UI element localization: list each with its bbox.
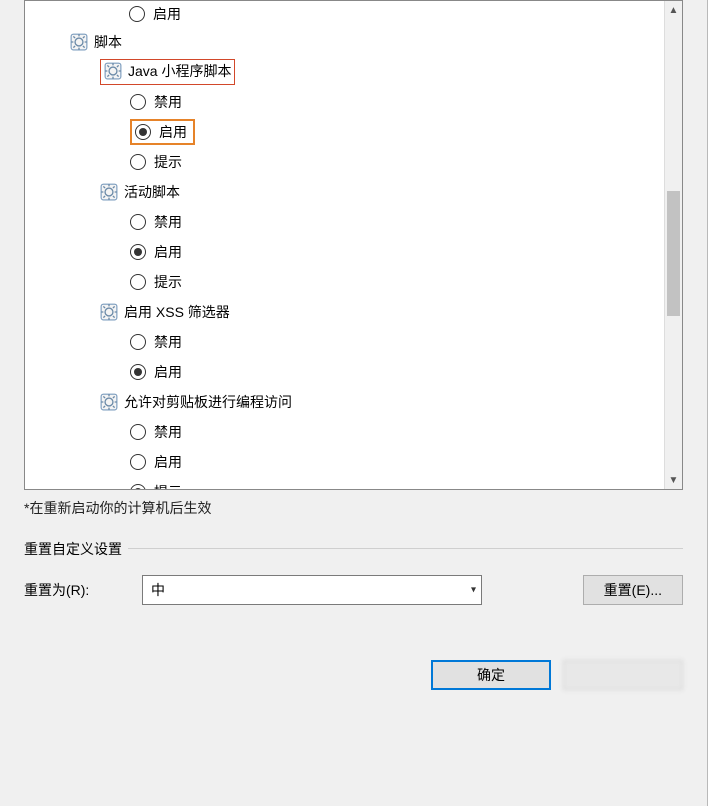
option-label: 禁用	[154, 92, 182, 112]
gear-icon	[70, 33, 88, 51]
clipboard-disable[interactable]: 禁用	[25, 417, 682, 447]
settings-tree: 启用 脚本 Java 小程序脚本 禁用 启用	[25, 1, 682, 490]
java-applet-script-header: Java 小程序脚本	[25, 57, 682, 87]
radio-icon	[130, 94, 146, 110]
option-label: 启用	[154, 242, 182, 262]
option-label: 禁用	[154, 422, 182, 442]
header-label: 活动脚本	[124, 182, 180, 202]
radio-icon	[129, 6, 145, 22]
ok-button[interactable]: 确定	[431, 660, 551, 690]
radio-checked-icon	[130, 364, 146, 380]
option-label: 启用	[154, 362, 182, 382]
reset-fieldset: 重置自定义设置 重置为(R): 中 ▾ 重置(E)...	[24, 548, 683, 605]
option-label: 禁用	[154, 332, 182, 352]
cancel-button[interactable]	[563, 660, 683, 690]
radio-icon	[130, 424, 146, 440]
section-label: 脚本	[94, 32, 122, 52]
radio-icon	[130, 454, 146, 470]
xss-filter-disable[interactable]: 禁用	[25, 327, 682, 357]
gear-icon	[100, 393, 118, 411]
radio-checked-icon	[135, 124, 151, 140]
active-script-header: 活动脚本	[25, 177, 682, 207]
scrollbar[interactable]: ▲ ▼	[664, 1, 682, 489]
dialog-buttons-row: 确定	[24, 660, 683, 690]
option-row[interactable]: 启用	[25, 1, 682, 27]
java-applet-enable[interactable]: 启用	[25, 117, 682, 147]
radio-icon	[130, 214, 146, 230]
scroll-thumb[interactable]	[667, 191, 680, 316]
active-script-disable[interactable]: 禁用	[25, 207, 682, 237]
gear-icon	[104, 62, 122, 80]
gear-icon	[100, 183, 118, 201]
xss-filter-enable[interactable]: 启用	[25, 357, 682, 387]
option-label: 提示	[154, 272, 182, 292]
header-label: Java 小程序脚本	[128, 61, 231, 81]
reset-button[interactable]: 重置(E)...	[583, 575, 683, 605]
java-applet-disable[interactable]: 禁用	[25, 87, 682, 117]
active-script-prompt[interactable]: 提示	[25, 267, 682, 297]
option-label: 启用	[154, 452, 182, 472]
gear-icon	[100, 303, 118, 321]
radio-icon	[130, 274, 146, 290]
radio-icon	[130, 154, 146, 170]
scroll-down-icon[interactable]: ▼	[665, 471, 682, 489]
reset-label: 重置为(R):	[24, 580, 124, 600]
reset-level-select[interactable]: 中	[142, 575, 482, 605]
xss-filter-header: 启用 XSS 筛选器	[25, 297, 682, 327]
radio-checked-icon	[130, 244, 146, 260]
clipboard-access-header: 允许对剪贴板进行编程访问	[25, 387, 682, 417]
option-label: 禁用	[154, 212, 182, 232]
java-applet-prompt[interactable]: 提示	[25, 147, 682, 177]
restart-footnote: *在重新启动你的计算机后生效	[24, 498, 683, 518]
header-label: 启用 XSS 筛选器	[124, 302, 230, 322]
clipboard-enable[interactable]: 启用	[25, 447, 682, 477]
scroll-up-icon[interactable]: ▲	[665, 1, 682, 19]
radio-icon	[130, 334, 146, 350]
reset-legend: 重置自定义设置	[24, 539, 128, 559]
option-label: 提示	[154, 482, 182, 490]
clipboard-prompt[interactable]: 提示	[25, 477, 682, 490]
settings-tree-panel: 启用 脚本 Java 小程序脚本 禁用 启用	[24, 0, 683, 490]
option-label: 启用	[159, 122, 187, 142]
option-label: 提示	[154, 152, 182, 172]
radio-checked-icon	[130, 484, 146, 490]
security-settings-dialog: 启用 脚本 Java 小程序脚本 禁用 启用	[0, 0, 708, 806]
active-script-enable[interactable]: 启用	[25, 237, 682, 267]
header-label: 允许对剪贴板进行编程访问	[124, 392, 292, 412]
section-script: 脚本	[25, 27, 682, 57]
option-label: 启用	[153, 4, 181, 24]
